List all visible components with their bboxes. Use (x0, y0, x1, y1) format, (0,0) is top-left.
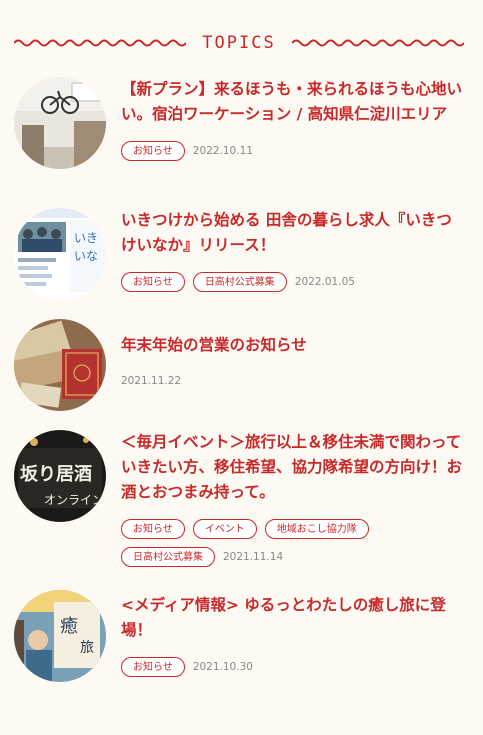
post-thumbnail[interactable]: 坂り居酒 オンライン (14, 430, 106, 522)
wave-divider-left (14, 39, 186, 47)
tag-badge[interactable]: お知らせ (121, 141, 185, 161)
tag-badge[interactable]: お知らせ (121, 272, 185, 292)
thumbnail-text: オンライン (44, 493, 104, 507)
section-title: TOPICS (202, 33, 276, 53)
bicycle-room-photo-icon (14, 77, 106, 169)
post-meta: お知らせ 日高村公式募集 2022.01.05 (121, 272, 466, 300)
tag-badge[interactable]: 日高村公式募集 (121, 547, 215, 567)
post-date: 2021.11.14 (223, 551, 284, 563)
post-title[interactable]: 年末年始の営業のお知らせ (121, 333, 466, 358)
post-date: 2022.01.05 (294, 276, 355, 288)
post-meta: お知らせ イベント 地域おこし協力隊 日高村公式募集 2021.11.14 (121, 519, 466, 575)
thumbnail-text: いき (74, 231, 98, 245)
post-date: 2022.10.11 (192, 145, 253, 157)
post-date: 2021.10.30 (192, 661, 253, 673)
magazine-person-photo-icon: 癒 旅 (14, 590, 106, 682)
post-thumbnail[interactable]: 癒 旅 (14, 590, 106, 682)
thumbnail-text: いな (74, 249, 98, 263)
website-people-photo-icon: いき いな (14, 208, 106, 300)
money-notebook-photo-icon (14, 319, 106, 411)
post-thumbnail[interactable]: いき いな (14, 208, 106, 300)
tag-badge[interactable]: イベント (192, 519, 257, 539)
topics-header: TOPICS (14, 28, 464, 58)
post-thumbnail[interactable] (14, 77, 106, 169)
post-date: 2021.11.22 (121, 375, 182, 387)
thumbnail-text: 旅 (80, 640, 94, 656)
online-izakaya-sign-photo-icon: 坂り居酒 オンライン (14, 430, 106, 522)
post-title[interactable]: いきつけから始める 田舎の暮らし求人『いきつけいなか』リリース！ (121, 208, 466, 258)
post-title[interactable]: 【新プラン】来るほうも・来られるほうも心地いい。宿泊ワーケーション / 高知県仁… (121, 77, 466, 127)
post-title[interactable]: ＜毎月イベント＞旅行以上＆移住未満で関わっていきたい方、移住希望、協力隊希望の方… (121, 430, 466, 505)
tag-badge[interactable]: 地域おこし協力隊 (264, 519, 369, 539)
wave-divider-right (291, 39, 464, 47)
post-meta: お知らせ 2021.10.30 (121, 657, 466, 685)
tag-badge[interactable]: 日高村公式募集 (192, 272, 287, 292)
post-title[interactable]: <メディア情報> ゆるっとわたしの癒し旅に登場！ (121, 593, 466, 643)
post-meta: 2021.11.22 (121, 375, 466, 395)
thumbnail-text: 坂り居酒 (20, 463, 92, 485)
topics-page: TOPICS 【新プラン】来るほうも・来られるほうも心地いい。宿泊ワーケーション… (0, 0, 483, 735)
post-meta: お知らせ 2022.10.11 (121, 141, 466, 169)
tag-badge[interactable]: お知らせ (121, 657, 185, 677)
thumbnail-text: 癒 (60, 616, 78, 637)
post-thumbnail[interactable] (14, 319, 106, 411)
tag-badge[interactable]: お知らせ (121, 519, 185, 539)
